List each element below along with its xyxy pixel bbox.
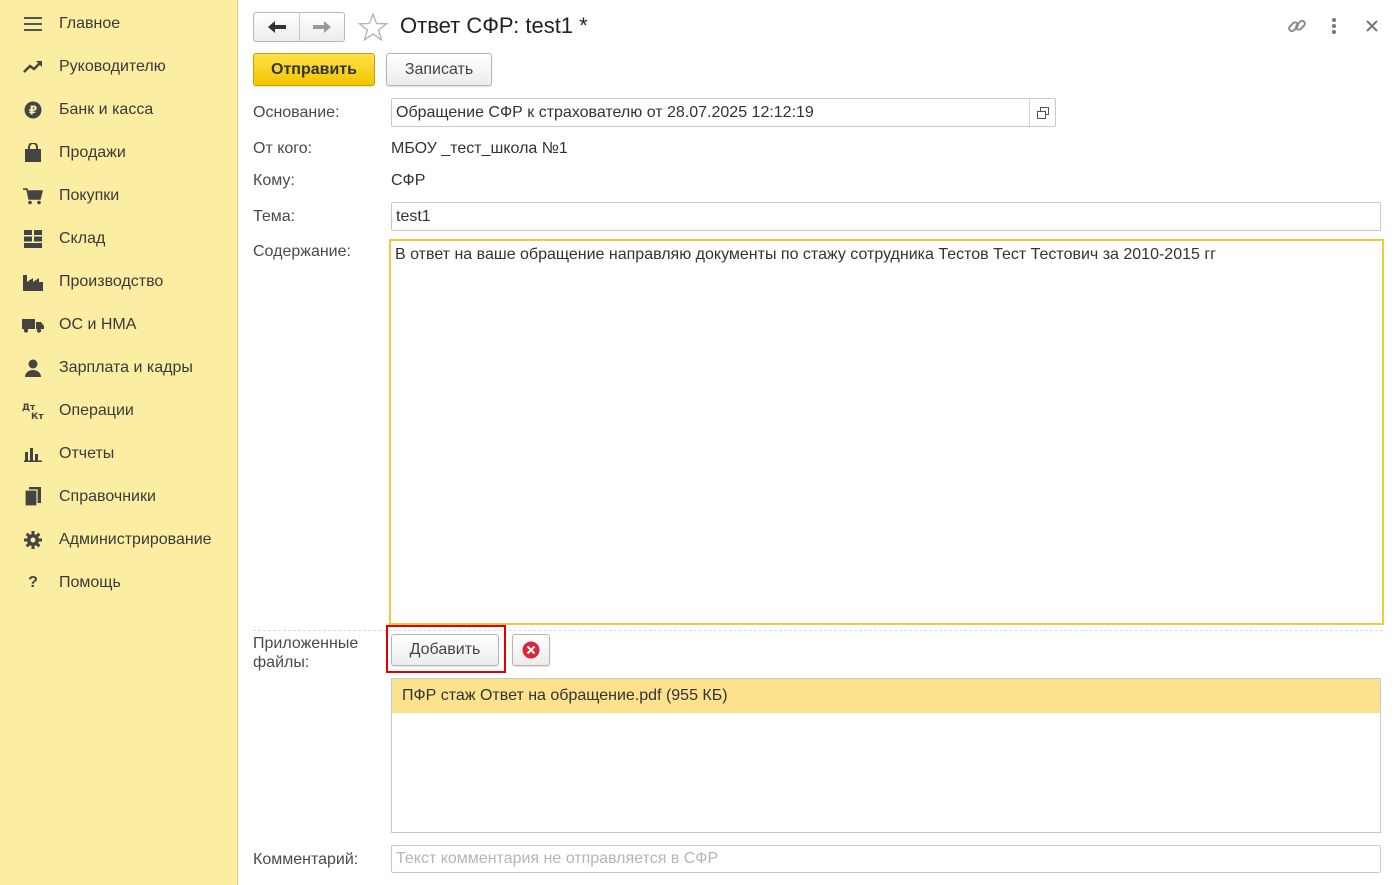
forward-button[interactable]	[299, 13, 344, 41]
open-window-icon	[1036, 106, 1049, 119]
sidebar-item-label: Продажи	[59, 143, 126, 161]
menu-icon	[22, 14, 44, 34]
subject-input[interactable]: test1	[391, 202, 1381, 231]
sidebar-item-label: Главное	[59, 14, 121, 32]
delete-file-button[interactable]	[512, 634, 550, 666]
attachments-label: Приложенные файлы:	[253, 634, 358, 672]
arrow-right-icon	[313, 21, 331, 33]
sidebar-item-label: Зарплата и кадры	[59, 358, 193, 376]
svg-text:₽: ₽	[29, 103, 37, 117]
attached-files-list: ПФР стаж Ответ на обращение.pdf (955 КБ)	[391, 678, 1381, 833]
sidebar-item-main[interactable]: Главное	[0, 2, 237, 45]
sidebar-item-bank[interactable]: ₽ Банк и касса	[0, 88, 237, 131]
sidebar-item-production[interactable]: Производство	[0, 260, 237, 303]
content-label: Содержание:	[253, 243, 351, 260]
books-icon	[22, 486, 44, 507]
sidebar-item-label: Покупки	[59, 186, 120, 204]
subject-label: Тема:	[253, 208, 296, 225]
add-file-button[interactable]: Добавить	[391, 634, 499, 666]
sidebar-item-fixed-assets[interactable]: ОС и НМА	[0, 303, 237, 346]
favorite-star-icon[interactable]	[357, 11, 389, 42]
warehouse-icon	[22, 229, 44, 249]
sidebar-item-payroll[interactable]: Зарплата и кадры	[0, 346, 237, 389]
back-button[interactable]	[254, 13, 299, 41]
comment-label: Комментарий:	[253, 851, 359, 868]
svg-text:Кт: Кт	[31, 412, 44, 420]
content-textarea[interactable]: В ответ на ваше обращение направляю доку…	[389, 239, 1384, 625]
link-icon[interactable]	[1286, 15, 1308, 37]
sidebar-item-label: Руководителю	[59, 57, 166, 75]
send-button[interactable]: Отправить	[253, 53, 375, 86]
factory-icon	[22, 272, 44, 292]
navigation-buttons	[253, 12, 345, 42]
truck-icon	[22, 315, 44, 335]
sidebar-item-sales[interactable]: Продажи	[0, 131, 237, 174]
sidebar-item-purchases[interactable]: Покупки	[0, 174, 237, 217]
file-row[interactable]: ПФР стаж Ответ на обращение.pdf (955 КБ)	[392, 679, 1380, 713]
ruble-icon: ₽	[22, 100, 44, 120]
page-title: Ответ СФР: test1 *	[400, 13, 588, 38]
sidebar-item-warehouse[interactable]: Склад	[0, 217, 237, 260]
sidebar-item-label: Помощь	[59, 573, 121, 591]
sidebar-item-label: ОС и НМА	[59, 315, 137, 333]
basis-label: Основание:	[253, 104, 340, 121]
trend-icon	[22, 57, 44, 77]
sidebar-item-help[interactable]: ? Помощь	[0, 561, 237, 604]
to-label: Кому:	[253, 172, 295, 189]
sidebar-item-label: Отчеты	[59, 444, 115, 462]
sidebar-item-manager[interactable]: Руководителю	[0, 45, 237, 88]
attachments-label-line1: Приложенные	[253, 635, 359, 652]
from-value: МБОУ _тест_школа №1	[391, 140, 568, 157]
sidebar-item-administration[interactable]: Администрирование	[0, 518, 237, 561]
sidebar-item-reports[interactable]: Отчеты	[0, 432, 237, 475]
sidebar-item-operations[interactable]: Дт Кт Операции	[0, 389, 237, 432]
shopping-bag-icon	[22, 142, 44, 163]
close-icon[interactable]	[1361, 15, 1383, 37]
arrow-left-icon	[267, 21, 286, 33]
sidebar-item-label: Банк и касса	[59, 100, 154, 118]
sidebar-item-catalogs[interactable]: Справочники	[0, 475, 237, 518]
dt-kt-icon: Дт Кт	[22, 401, 44, 421]
sidebar: Главное Руководителю ₽ Банк и касса Прод…	[0, 0, 238, 885]
from-label: От кого:	[253, 140, 313, 157]
basis-value: Обращение СФР к страхователю от 28.07.20…	[396, 103, 814, 121]
open-basis-button[interactable]	[1029, 99, 1055, 126]
gear-icon	[22, 530, 44, 550]
sidebar-item-label: Склад	[59, 229, 106, 247]
bar-chart-icon	[22, 444, 44, 464]
cart-icon	[22, 186, 44, 206]
sidebar-item-label: Операции	[59, 401, 134, 419]
more-options-icon[interactable]	[1323, 15, 1345, 37]
save-button[interactable]: Записать	[386, 53, 492, 86]
basis-field[interactable]: Обращение СФР к страхователю от 28.07.20…	[391, 98, 1056, 127]
sidebar-item-label: Производство	[59, 272, 164, 290]
person-icon	[22, 358, 44, 378]
delete-icon	[522, 641, 540, 659]
attachments-label-line2: файлы:	[253, 654, 310, 671]
question-icon: ?	[28, 573, 38, 591]
sidebar-item-label: Справочники	[59, 487, 156, 505]
comment-input[interactable]: Текст комментария не отправляется в СФР	[391, 845, 1381, 873]
to-value: СФР	[391, 172, 426, 189]
sidebar-item-label: Администрирование	[59, 530, 212, 548]
